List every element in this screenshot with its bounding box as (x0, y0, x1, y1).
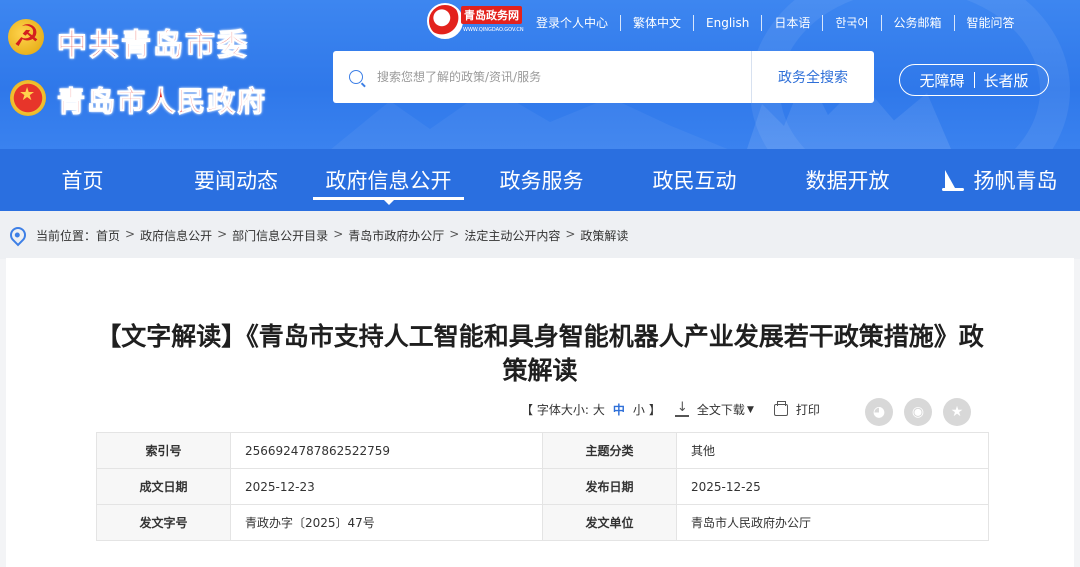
nav-item-news[interactable]: 要闻动态 (165, 149, 307, 211)
breadcrumb-item[interactable]: 青岛市政府办公厅 (348, 227, 444, 244)
site-header: 中共青岛市委 青岛市人民政府 青岛政务网 WWW.QINGDAO.GOV.CN … (0, 0, 1080, 149)
portal-logo-text: 青岛政务网 (461, 6, 522, 24)
nav-item-open-data[interactable]: 数据开放 (776, 149, 919, 211)
nav-item-services[interactable]: 政务服务 (470, 149, 613, 211)
national-emblem-icon (10, 80, 46, 116)
meta-value: 其他 (676, 432, 989, 469)
link-korean[interactable]: 한국어 (823, 15, 882, 31)
nav-item-interaction[interactable]: 政民互动 (613, 149, 776, 211)
breadcrumb-item[interactable]: 政府信息公开 (140, 227, 212, 244)
meta-value: 2025-12-25 (676, 468, 989, 505)
meta-value: 青岛市人民政府办公厅 (676, 504, 989, 541)
article-panel: 【文字解读】《青岛市支持人工智能和具身智能机器人产业发展若干政策措施》政策解读 … (6, 258, 1074, 567)
meta-key: 发布日期 (542, 468, 677, 505)
meta-key: 主题分类 (542, 432, 677, 469)
location-pin-icon (6, 223, 30, 247)
wechat-icon[interactable]: ◕ (865, 398, 893, 426)
nav-label: 政府信息公开 (325, 169, 452, 193)
meta-value: 2566924787862522759 (230, 432, 543, 469)
search-input[interactable] (377, 70, 737, 84)
accessibility-button[interactable]: 无障碍 (919, 70, 964, 91)
nav-item-home[interactable]: 首页 (0, 149, 165, 211)
link-official-mail[interactable]: 公务邮箱 (882, 15, 955, 31)
portal-logo-url: WWW.QINGDAO.GOV.CN (463, 27, 524, 33)
favorite-icon[interactable]: ★ (943, 398, 971, 426)
nav-label: 首页 (61, 169, 104, 193)
link-traditional-chinese[interactable]: 繁体中文 (621, 15, 695, 31)
table-row: 成文日期 2025-12-23 发布日期 2025-12-25 (96, 468, 989, 505)
article-title: 【文字解读】《青岛市支持人工智能和具身智能机器人产业发展若干政策措施》政策解读 (96, 322, 984, 385)
meta-key: 发文字号 (96, 504, 231, 541)
breadcrumb-label: 当前位置： (36, 228, 97, 243)
party-emblem-icon (8, 19, 44, 55)
article-tools: 【 字体大小: 大 中 小 】 全文下载 ▼ 打印 (521, 400, 820, 418)
search-bar: 政务全搜索 (333, 51, 874, 103)
portal-logo[interactable]: 青岛政务网 WWW.QINGDAO.GOV.CN (427, 1, 527, 41)
document-meta-table: 索引号 2566924787862522759 主题分类 其他 成文日期 202… (96, 432, 989, 541)
link-japanese[interactable]: 日本语 (762, 15, 824, 31)
nav-label: 数据开放 (805, 169, 890, 193)
globe-icon (427, 3, 463, 39)
font-size-close: 】 (648, 403, 661, 417)
font-size-small[interactable]: 小 (633, 401, 645, 418)
breadcrumb-separator: > (333, 226, 344, 241)
meta-key: 索引号 (96, 432, 231, 469)
breadcrumb-separator: > (217, 226, 228, 241)
download-button[interactable]: 全文下载 (697, 401, 745, 418)
nav-label: 政民互动 (652, 169, 737, 193)
top-links: 登录个人中心 繁体中文 English 日本语 한국어 公务邮箱 智能问答 (530, 15, 1027, 31)
divider (973, 72, 975, 88)
table-row: 索引号 2566924787862522759 主题分类 其他 (96, 432, 989, 469)
table-row: 发文字号 青政办字〔2025〕47号 发文单位 青岛市人民政府办公厅 (96, 504, 989, 541)
sail-icon (941, 169, 964, 191)
meta-value: 青政办字〔2025〕47号 (230, 504, 543, 541)
accessibility-toggle: 无障碍 长者版 (899, 64, 1049, 96)
breadcrumb-separator: > (449, 226, 460, 241)
font-size-label: 【 字体大小: (521, 403, 589, 417)
breadcrumb-trail: 当前位置： 首页 > 政府信息公开 > 部门信息公开目录 > 青岛市政府办公厅 … (36, 227, 628, 244)
breadcrumb-item[interactable]: 法定主动公开内容 (464, 227, 560, 244)
download-icon[interactable] (674, 400, 689, 417)
nav-label: 政务服务 (499, 169, 584, 193)
nav-label: 要闻动态 (194, 169, 278, 193)
main-nav: 首页 要闻动态 政府信息公开 政务服务 政民互动 数据开放 扬帆青岛 (0, 149, 1080, 211)
breadcrumb-item-current[interactable]: 政策解读 (580, 227, 628, 244)
nav-item-gov-info[interactable]: 政府信息公开 (307, 149, 470, 211)
party-committee-title: 中共青岛市委 (57, 28, 249, 64)
breadcrumb-item[interactable]: 部门信息公开目录 (232, 227, 328, 244)
nav-label: 扬帆青岛 (973, 169, 1058, 193)
print-button[interactable]: 打印 (796, 401, 820, 418)
search-button[interactable]: 政务全搜索 (751, 51, 874, 103)
font-size-large[interactable]: 大 (593, 401, 605, 418)
breadcrumb-item[interactable]: 首页 (96, 227, 120, 244)
font-size-medium[interactable]: 中 (613, 401, 625, 418)
meta-key: 成文日期 (96, 468, 231, 505)
nav-item-yangfan[interactable]: 扬帆青岛 (919, 149, 1080, 211)
link-login[interactable]: 登录个人中心 (530, 15, 622, 31)
chevron-down-icon[interactable]: ▼ (747, 405, 754, 415)
breadcrumb-separator: > (565, 226, 576, 241)
link-english[interactable]: English (694, 15, 763, 31)
printer-icon[interactable] (773, 400, 788, 416)
meta-key: 发文单位 (542, 504, 677, 541)
link-smart-qa[interactable]: 智能问答 (955, 15, 1027, 31)
search-icon (349, 70, 363, 84)
weibo-icon[interactable]: ◉ (904, 398, 932, 426)
elderly-mode-button[interactable]: 长者版 (984, 70, 1029, 91)
meta-value: 2025-12-23 (230, 468, 543, 505)
breadcrumb: 当前位置： 首页 > 政府信息公开 > 部门信息公开目录 > 青岛市政府办公厅 … (0, 211, 1080, 259)
breadcrumb-separator: > (125, 226, 136, 241)
government-title: 青岛市人民政府 (56, 85, 268, 119)
font-size-control: 【 字体大小: 大 中 小 】 (521, 401, 661, 418)
